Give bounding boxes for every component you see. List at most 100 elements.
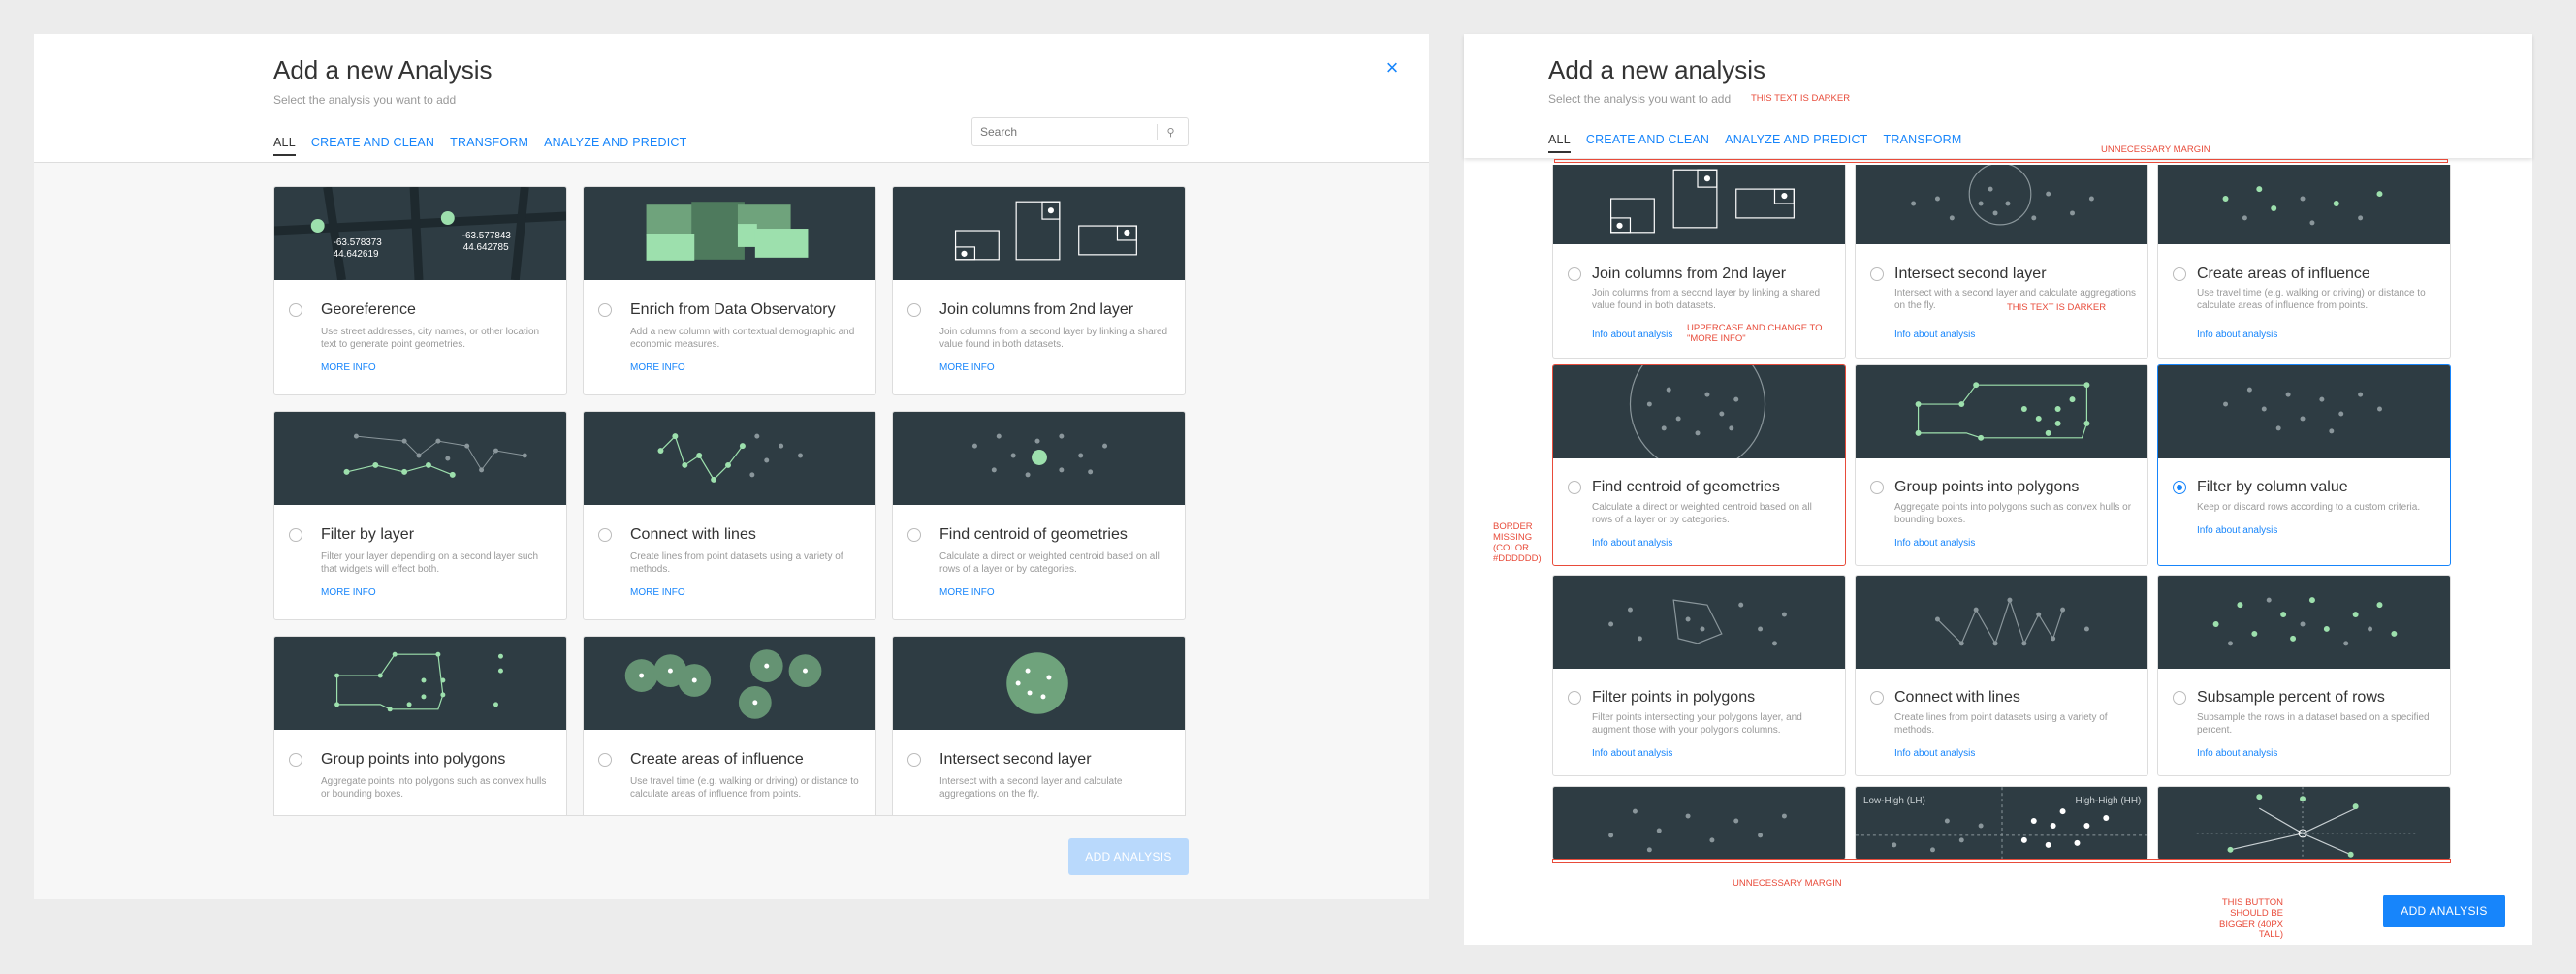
radio-button[interactable] (1568, 267, 1581, 281)
card-join-columns[interactable]: Join columns from 2nd layer Join columns… (892, 186, 1186, 395)
page-subtitle: Select the analysis you want to add (273, 93, 457, 107)
more-info-link[interactable]: MORE INFO (939, 587, 995, 598)
tab-analyze-and-predict[interactable]: ANALYZE AND PREDICT (544, 136, 686, 156)
svg-text:44.642785: 44.642785 (463, 242, 509, 253)
card-group-points[interactable]: Group points into polygons Aggregate poi… (1855, 364, 2148, 566)
card-subsample[interactable]: Subsample percent of rows Subsample the … (2157, 575, 2451, 776)
card-cropped-1[interactable] (1552, 786, 1846, 860)
card-title: Connect with lines (630, 526, 756, 543)
close-icon[interactable]: × (1383, 57, 1401, 79)
radio-button[interactable] (598, 303, 612, 317)
filter-points-illustration (1553, 576, 1845, 669)
card-description: Join columns from a second layer by link… (939, 327, 1168, 350)
tab-create-and-clean[interactable]: CREATE AND CLEAN (1586, 133, 1709, 153)
tab-bar: ALL CREATE AND CLEAN TRANSFORM ANALYZE A… (273, 136, 686, 156)
annotation-button-size: THIS BUTTON SHOULD BE BIGGER (40PX TALL) (2219, 897, 2283, 940)
info-link[interactable]: Info about analysis (2197, 748, 2277, 759)
tab-create-and-clean[interactable]: CREATE AND CLEAN (311, 136, 434, 156)
card-find-centroid[interactable]: Find centroid of geometries Calculate a … (1552, 364, 1846, 566)
annotation-darker-text: THIS TEXT IS DARKER (1751, 93, 1851, 104)
cropped-illustration-1 (1553, 787, 1845, 860)
radio-button[interactable] (907, 303, 921, 317)
radio-button[interactable] (907, 753, 921, 767)
radio-button[interactable] (907, 528, 921, 542)
info-link[interactable]: Info about analysis (1592, 330, 1672, 340)
areas-of-influence-illustration (2158, 165, 2450, 244)
card-title: Create areas of influence (2197, 266, 2370, 282)
card-connect-with-lines[interactable]: Connect with lines Create lines from poi… (583, 411, 876, 620)
card-filter-points-in-polygons[interactable]: Filter points in polygons Filter points … (1552, 575, 1846, 776)
radio-button[interactable] (289, 753, 302, 767)
more-info-link[interactable]: MORE INFO (630, 587, 685, 598)
card-title: Find centroid of geometries (1592, 479, 1780, 495)
info-link[interactable]: Info about analysis (1592, 748, 1672, 759)
card-intersect[interactable]: Intersect second layer Intersect with a … (892, 636, 1186, 816)
info-link[interactable]: Info about analysis (1592, 538, 1672, 549)
add-analysis-button[interactable]: ADD ANALYSIS (1068, 838, 1189, 875)
card-title: Enrich from Data Observatory (630, 301, 836, 318)
card-group-points[interactable]: Group points into polygons Aggregate poi… (273, 636, 567, 816)
more-info-link[interactable]: MORE INFO (630, 362, 685, 373)
radio-button[interactable] (2173, 691, 2186, 705)
radio-button[interactable] (1870, 267, 1884, 281)
radio-button[interactable] (598, 753, 612, 767)
card-title: Connect with lines (1894, 689, 2020, 706)
quadrant-illustration: Low-High (LH) High-High (HH) (1856, 787, 2147, 860)
search-input[interactable] (972, 125, 1157, 139)
card-title: Filter by column value (2197, 479, 2348, 495)
info-link[interactable]: Info about analysis (1894, 330, 1975, 340)
card-connect-with-lines[interactable]: Connect with lines Create lines from poi… (1855, 575, 2148, 776)
more-info-link[interactable]: MORE INFO (939, 362, 995, 373)
search-icon[interactable]: ⚲ (1157, 124, 1184, 140)
tab-all[interactable]: ALL (273, 136, 296, 156)
tab-analyze-and-predict[interactable]: ANALYZE AND PREDICT (1725, 133, 1867, 153)
card-description: Intersect with a second layer and calcul… (939, 776, 1123, 800)
card-cropped-2[interactable]: Low-High (LH) High-High (HH) (1855, 786, 2148, 860)
card-title: Subsample percent of rows (2197, 689, 2385, 706)
group-points-illustration (1856, 365, 2147, 458)
card-areas-of-influence[interactable]: Create areas of influence Use travel tim… (2157, 165, 2451, 359)
card-filter-by-layer[interactable]: Filter by layer Filter your layer depend… (273, 411, 567, 620)
tab-all[interactable]: ALL (1548, 133, 1571, 153)
info-link[interactable]: Info about analysis (2197, 525, 2277, 536)
tab-transform[interactable]: TRANSFORM (1884, 133, 1962, 153)
card-areas-of-influence[interactable]: Create areas of influence Use travel tim… (583, 636, 876, 816)
radio-button[interactable] (289, 528, 302, 542)
radio-button[interactable] (1568, 481, 1581, 494)
svg-text:-63.578373: -63.578373 (334, 237, 383, 248)
info-link[interactable]: Info about analysis (2197, 330, 2277, 340)
card-title: Group points into polygons (1894, 479, 2080, 495)
arrows-illustration (2158, 787, 2450, 860)
radio-button[interactable] (289, 303, 302, 317)
card-description: Keep or discard rows according to a cust… (2197, 502, 2421, 513)
card-intersect[interactable]: Intersect second layer Intersect with a … (1855, 165, 2148, 359)
info-link[interactable]: Info about analysis (1894, 538, 1975, 549)
card-cropped-3[interactable] (2157, 786, 2451, 860)
more-info-link[interactable]: MORE INFO (321, 362, 376, 373)
card-description: Calculate a direct or weighted centroid … (1592, 502, 1812, 525)
add-analysis-button[interactable]: ADD ANALYSIS (2383, 895, 2505, 927)
card-enrich[interactable]: Enrich from Data Observatory Add a new c… (583, 186, 876, 395)
left-modal-header (34, 34, 1429, 162)
card-title: Find centroid of geometries (939, 526, 1128, 543)
card-title: Join columns from 2nd layer (939, 301, 1134, 318)
radio-button[interactable] (1870, 481, 1884, 494)
radio-button[interactable] (1870, 691, 1884, 705)
radio-button[interactable] (1568, 691, 1581, 705)
card-description: Use travel time (e.g. walking or driving… (630, 776, 859, 800)
tab-transform[interactable]: TRANSFORM (450, 136, 528, 156)
radio-button[interactable] (2173, 267, 2186, 281)
page-subtitle: Select the analysis you want to add (1548, 92, 1732, 106)
search-box: ⚲ (971, 117, 1189, 146)
intersect-illustration (893, 637, 1185, 730)
card-find-centroid[interactable]: Find centroid of geometries Calculate a … (892, 411, 1186, 620)
annotation-darker-text-2: THIS TEXT IS DARKER (2007, 302, 2107, 313)
areas-of-influence-illustration (584, 637, 875, 730)
radio-button-selected[interactable] (2173, 481, 2186, 494)
card-description: Join columns from a second layer by link… (1592, 288, 1821, 311)
info-link[interactable]: Info about analysis (1894, 748, 1975, 759)
radio-button[interactable] (598, 528, 612, 542)
card-georeference[interactable]: -63.578373 44.642619 -63.577843 44.64278… (273, 186, 567, 395)
card-filter-by-column-value[interactable]: Filter by column value Keep or discard r… (2157, 364, 2451, 566)
more-info-link[interactable]: MORE INFO (321, 587, 376, 598)
